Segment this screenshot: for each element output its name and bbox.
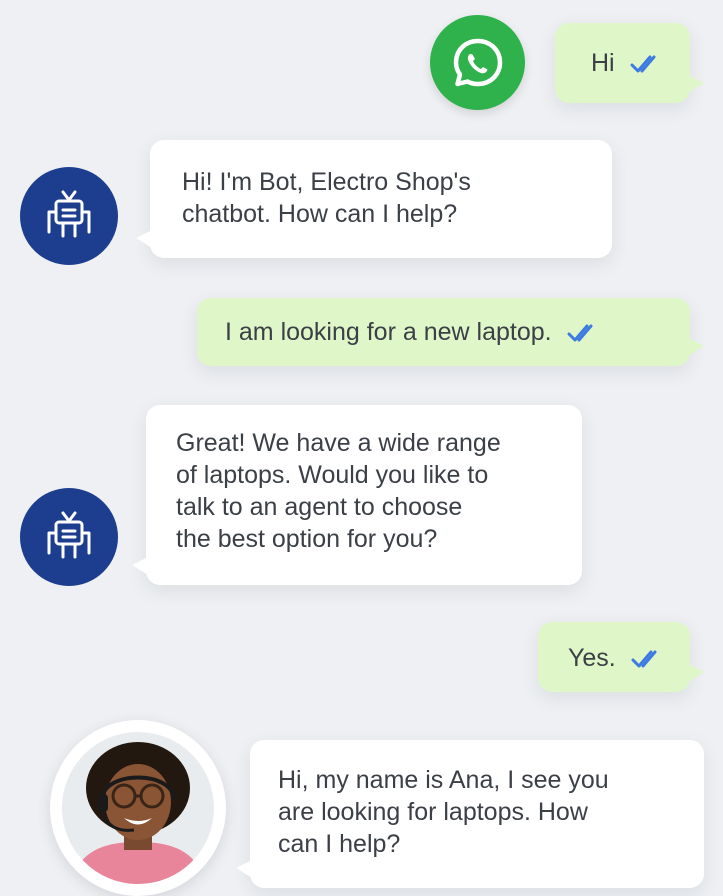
whatsapp-icon: [430, 15, 525, 110]
message-bubble-outgoing: Yes.: [538, 622, 704, 692]
read-receipt-icon: [630, 55, 656, 73]
bot-avatar: [20, 167, 118, 265]
message-text: Hi, my name is Ana, I see you are lookin…: [278, 766, 609, 858]
robot-icon: [47, 511, 91, 559]
message-bubble-outgoing: I am looking for a new laptop.: [197, 298, 704, 366]
message-text: Great! We have a wide range of laptops. …: [176, 429, 501, 553]
message-bubble-incoming: Great! We have a wide range of laptops. …: [132, 405, 582, 585]
agent-avatar: [50, 720, 226, 896]
bot-avatar: [20, 488, 118, 586]
read-receipt-icon: [631, 650, 657, 668]
agent-photo: [62, 732, 214, 884]
message-text: Yes.: [568, 644, 616, 672]
message-text: Hi! I'm Bot, Electro Shop's chatbot. How…: [182, 168, 471, 228]
chat-conversation: Hi Hi! I'm Bot, Electro Shop's chatbot. …: [0, 0, 723, 896]
message-bubble-incoming: Hi! I'm Bot, Electro Shop's chatbot. How…: [136, 140, 612, 258]
read-receipt-icon: [567, 324, 593, 342]
robot-icon: [47, 190, 91, 238]
message-text: I am looking for a new laptop.: [225, 318, 552, 346]
message-bubble-outgoing: Hi: [555, 23, 704, 103]
message-text: Hi: [591, 49, 615, 77]
message-bubble-incoming: Hi, my name is Ana, I see you are lookin…: [236, 740, 704, 888]
